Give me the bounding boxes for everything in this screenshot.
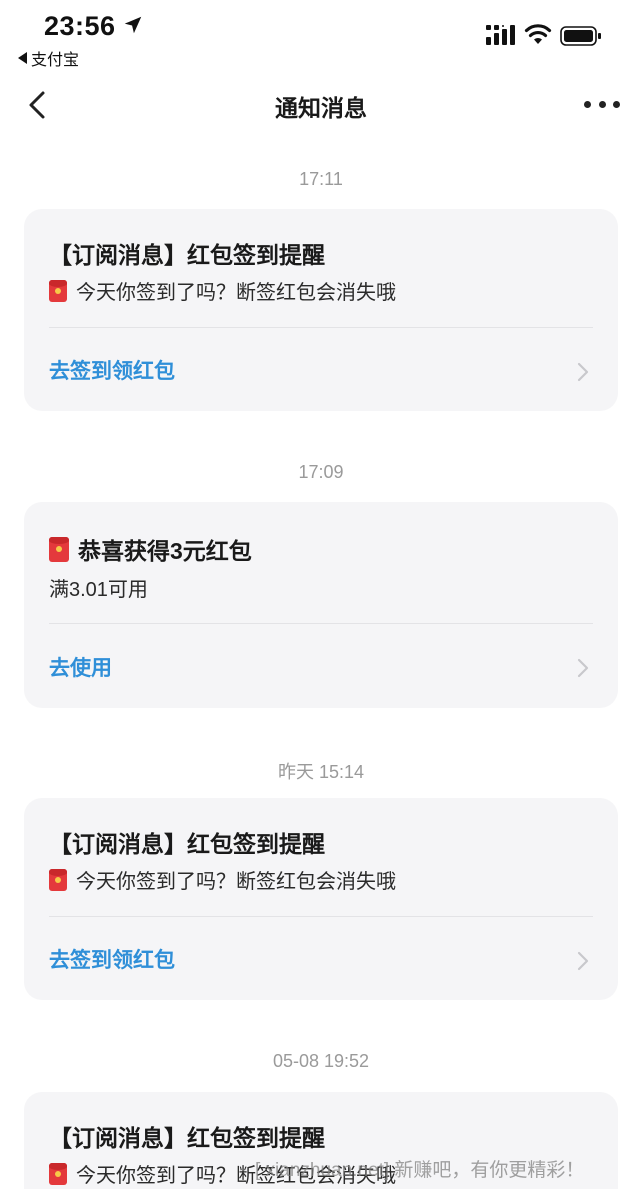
nav-bar: 通知消息 bbox=[0, 76, 642, 134]
battery-icon bbox=[560, 26, 601, 46]
message-body-text: 满3.01可用 bbox=[49, 579, 148, 601]
message-title: 恭喜获得3元红包 bbox=[49, 532, 252, 566]
message-body: 今天你签到了吗？断签红包会消失哦 bbox=[49, 276, 396, 305]
red-packet-icon bbox=[49, 279, 67, 302]
chevron-right-icon[interactable] bbox=[576, 361, 590, 383]
cellular-signal-icon bbox=[486, 25, 515, 45]
more-options-button[interactable] bbox=[584, 94, 620, 114]
red-packet-icon bbox=[49, 1162, 67, 1185]
back-app-label: 支付宝 bbox=[31, 52, 80, 69]
watermark-text: [ xianzhuan.net] 新赚吧，有你更精彩！ bbox=[255, 1160, 585, 1181]
more-dot-icon bbox=[613, 100, 620, 108]
back-triangle-icon bbox=[18, 52, 27, 64]
notification-page: 23:56 支付宝 通知消息 17:11 【订阅消息】红包签到提醒 今天你签到了… bbox=[0, 0, 642, 1189]
message-title-text: 恭喜获得3元红包 bbox=[78, 538, 252, 564]
wifi-icon bbox=[524, 24, 552, 44]
message-title: 【订阅消息】红包签到提醒 bbox=[49, 242, 325, 268]
location-arrow-icon bbox=[124, 16, 142, 34]
message-title: 【订阅消息】红包签到提醒 bbox=[49, 831, 325, 857]
message-time-label: 17:09 bbox=[298, 462, 344, 482]
more-dot-icon bbox=[598, 100, 606, 108]
message-card[interactable]: 【订阅消息】红包签到提醒 今天你签到了吗？断签红包会消失哦 去签到领红包 bbox=[24, 798, 618, 1000]
status-time: 23:56 bbox=[44, 11, 116, 41]
card-divider bbox=[49, 327, 593, 328]
red-packet-icon bbox=[49, 868, 67, 891]
message-title: 【订阅消息】红包签到提醒 bbox=[49, 1125, 325, 1151]
message-body: 今天你签到了吗？断签红包会消失哦 bbox=[49, 865, 396, 894]
message-body: 满3.01可用 bbox=[49, 573, 148, 602]
message-body-text: 今天你签到了吗？断签红包会消失哦 bbox=[76, 871, 396, 893]
use-coupon-link[interactable]: 去使用 bbox=[49, 652, 112, 682]
status-bar: 23:56 支付宝 bbox=[0, 0, 642, 70]
message-time-label: 昨天 15:14 bbox=[277, 762, 365, 782]
more-dot-icon bbox=[584, 100, 591, 108]
message-time-label: 05-08 19:52 bbox=[272, 1051, 370, 1071]
message-time-label: 17:11 bbox=[299, 169, 343, 189]
sign-in-link[interactable]: 去签到领红包 bbox=[49, 355, 175, 385]
message-card[interactable]: 恭喜获得3元红包 满3.01可用 去使用 bbox=[24, 502, 618, 708]
message-body-text: 今天你签到了吗？断签红包会消失哦 bbox=[76, 282, 396, 304]
message-card[interactable]: 【订阅消息】红包签到提醒 今天你签到了吗？断签红包会消失哦 去签到领红包 bbox=[24, 209, 618, 411]
page-title: 通知消息 bbox=[275, 95, 367, 121]
red-packet-icon bbox=[49, 536, 69, 562]
card-divider bbox=[49, 623, 593, 624]
back-to-app-link[interactable]: 支付宝 bbox=[18, 46, 79, 70]
card-divider bbox=[49, 916, 593, 917]
chevron-right-icon[interactable] bbox=[576, 657, 590, 679]
sign-in-link[interactable]: 去签到领红包 bbox=[49, 944, 175, 974]
chevron-right-icon[interactable] bbox=[576, 950, 590, 972]
